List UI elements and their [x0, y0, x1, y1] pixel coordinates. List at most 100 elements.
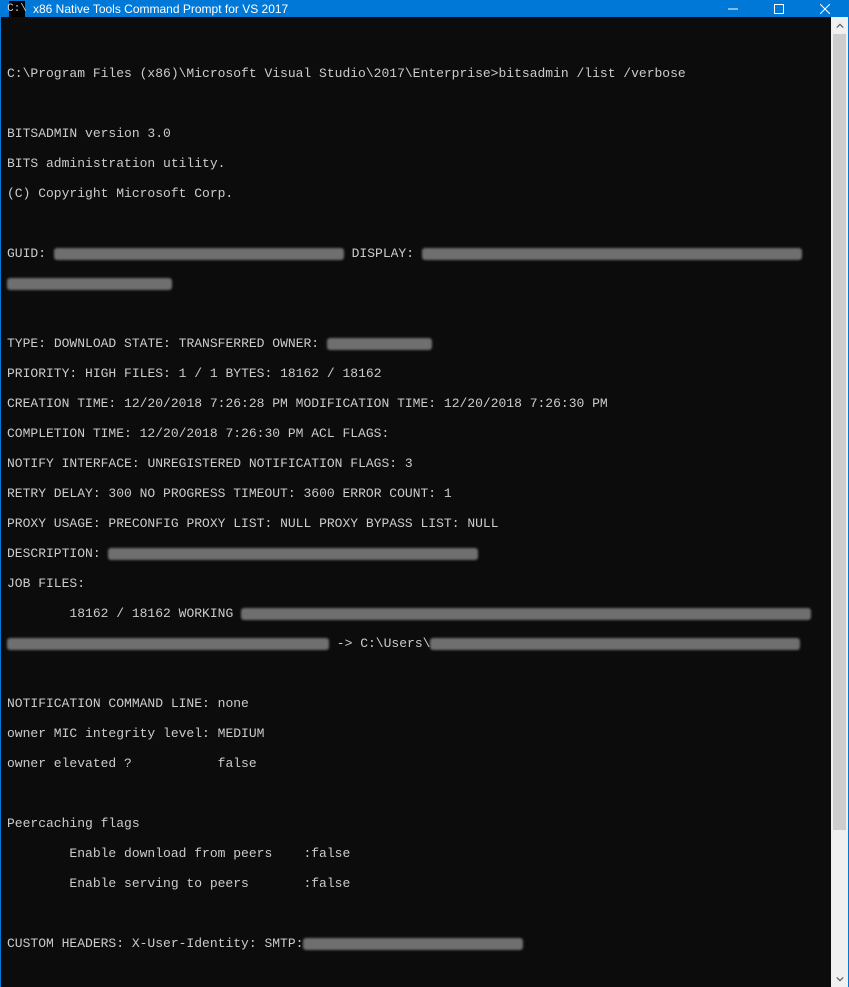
completion-label: COMPLETION TIME: [7, 426, 140, 441]
peer-dl-label: Enable download from peers : [7, 846, 311, 861]
scroll-track[interactable] [831, 34, 848, 970]
close-icon [820, 4, 830, 14]
blank-line [7, 666, 825, 681]
creation-label: CREATION TIME: [7, 396, 124, 411]
proxy-list-value: NULL [280, 516, 311, 531]
redacted-url-cont [7, 638, 329, 650]
redacted-display-cont [7, 278, 172, 290]
custom-headers-line: CUSTOM HEADERS: X-User-Identity: SMTP: [7, 936, 825, 951]
type-value: DOWNLOAD [54, 336, 116, 351]
content-wrap: C:\Program Files (x86)\Microsoft Visual … [1, 17, 848, 987]
terminal-output[interactable]: C:\Program Files (x86)\Microsoft Visual … [1, 17, 831, 987]
prompt-line: C:\Program Files (x86)\Microsoft Visual … [7, 66, 825, 81]
redacted-smtp [303, 938, 523, 950]
blank-line [7, 786, 825, 801]
files-label: FILES: [116, 366, 178, 381]
peercache-header: Peercaching flags [7, 816, 825, 831]
jobfile-status: WORKING [179, 606, 241, 621]
ncl-line: NOTIFICATION COMMAND LINE: none [7, 696, 825, 711]
titlebar-buttons [710, 1, 848, 17]
banner-line: (C) Copyright Microsoft Corp. [7, 186, 825, 201]
close-button[interactable] [802, 1, 848, 17]
jobfile-bytes: 18162 / 18162 [7, 606, 179, 621]
proxy-line: PROXY USAGE: PRECONFIG PROXY LIST: NULL … [7, 516, 825, 531]
guid-line: GUID: DISPLAY: [7, 246, 825, 261]
scroll-thumb[interactable] [833, 34, 846, 830]
elev-label: owner elevated ? [7, 756, 218, 771]
minimize-icon [728, 4, 738, 14]
elev-value: false [218, 756, 257, 771]
proxy-list-label: PROXY LIST: [179, 516, 280, 531]
display-label: DISPLAY: [344, 246, 422, 261]
errcount-value: 1 [444, 486, 452, 501]
retry-label: RETRY DELAY: [7, 486, 108, 501]
mic-value: MEDIUM [218, 726, 265, 741]
redacted-owner [327, 338, 432, 350]
peer-dl-line: Enable download from peers :false [7, 846, 825, 861]
bytes-label: BYTES: [218, 366, 280, 381]
errcount-label: ERROR COUNT: [335, 486, 444, 501]
peer-srv-line: Enable serving to peers :false [7, 876, 825, 891]
completion-value: 12/20/2018 7:26:30 PM [140, 426, 304, 441]
retry-value: 300 [108, 486, 131, 501]
chevron-up-icon [836, 22, 844, 30]
proxy-usage-value: PRECONFIG [108, 516, 178, 531]
window-frame: C:\ x86 Native Tools Command Prompt for … [0, 0, 849, 527]
redacted-localpath [430, 638, 800, 650]
ncl-label: NOTIFICATION COMMAND LINE: [7, 696, 218, 711]
blank-line [7, 306, 825, 321]
modification-value: 12/20/2018 7:26:30 PM [444, 396, 608, 411]
prompt-path: C:\Program Files (x86)\Microsoft Visual … [7, 66, 498, 81]
blank-line [7, 216, 825, 231]
peer-srv-label: Enable serving to peers : [7, 876, 311, 891]
guid-label: GUID: [7, 246, 54, 261]
noprog-value: 3600 [303, 486, 334, 501]
retry-line: RETRY DELAY: 300 NO PROGRESS TIMEOUT: 36… [7, 486, 825, 501]
mic-label: owner MIC integrity level: [7, 726, 218, 741]
redacted-guid [54, 248, 344, 260]
acl-label: ACL FLAGS: [303, 426, 389, 441]
redacted-display [422, 248, 802, 260]
priority-label: PRIORITY: [7, 366, 85, 381]
notify-if-value: UNREGISTERED [147, 456, 241, 471]
description-line: DESCRIPTION: [7, 546, 825, 561]
completion-line: COMPLETION TIME: 12/20/2018 7:26:30 PM A… [7, 426, 825, 441]
vertical-scrollbar[interactable] [831, 17, 848, 987]
custom-headers-value: X-User-Identity: SMTP: [132, 936, 304, 951]
scroll-down-button[interactable] [831, 970, 848, 987]
owner-label: OWNER: [264, 336, 326, 351]
state-value: TRANSFERRED [179, 336, 265, 351]
proxy-usage-label: PROXY USAGE: [7, 516, 108, 531]
jobfile-line-1: 18162 / 18162 WORKING [7, 606, 825, 621]
peer-srv-value: false [311, 876, 350, 891]
priority-value: HIGH [85, 366, 116, 381]
elev-line: owner elevated ? false [7, 756, 825, 771]
jobfiles-header: JOB FILES: [7, 576, 825, 591]
proxy-bypass-label: PROXY BYPASS LIST: [311, 516, 467, 531]
titlebar[interactable]: C:\ x86 Native Tools Command Prompt for … [1, 1, 848, 17]
maximize-button[interactable] [756, 1, 802, 17]
maximize-icon [774, 4, 784, 14]
noprog-label: NO PROGRESS TIMEOUT: [132, 486, 304, 501]
ncl-value: none [218, 696, 249, 711]
jobfile-arrow: -> C:\Users\ [329, 636, 430, 651]
minimize-button[interactable] [710, 1, 756, 17]
jobfile-line-2: -> C:\Users\ [7, 636, 825, 651]
mic-line: owner MIC integrity level: MEDIUM [7, 726, 825, 741]
priority-line: PRIORITY: HIGH FILES: 1 / 1 BYTES: 18162… [7, 366, 825, 381]
notify-if-label: NOTIFY INTERFACE: [7, 456, 147, 471]
type-line: TYPE: DOWNLOAD STATE: TRANSFERRED OWNER: [7, 336, 825, 351]
notify-line: NOTIFY INTERFACE: UNREGISTERED NOTIFICAT… [7, 456, 825, 471]
creation-value: 12/20/2018 7:26:28 PM [124, 396, 288, 411]
guid-line-2 [7, 276, 825, 291]
redacted-url [241, 608, 811, 620]
modification-label: MODIFICATION TIME: [288, 396, 444, 411]
prompt-command: bitsadmin /list /verbose [498, 66, 685, 81]
blank-line [7, 96, 825, 111]
redacted-description [108, 548, 478, 560]
notify-flags-label: NOTIFICATION FLAGS: [241, 456, 405, 471]
files-value: 1 / 1 [179, 366, 218, 381]
banner-line: BITSADMIN version 3.0 [7, 126, 825, 141]
custom-headers-label: CUSTOM HEADERS: [7, 936, 132, 951]
scroll-up-button[interactable] [831, 17, 848, 34]
